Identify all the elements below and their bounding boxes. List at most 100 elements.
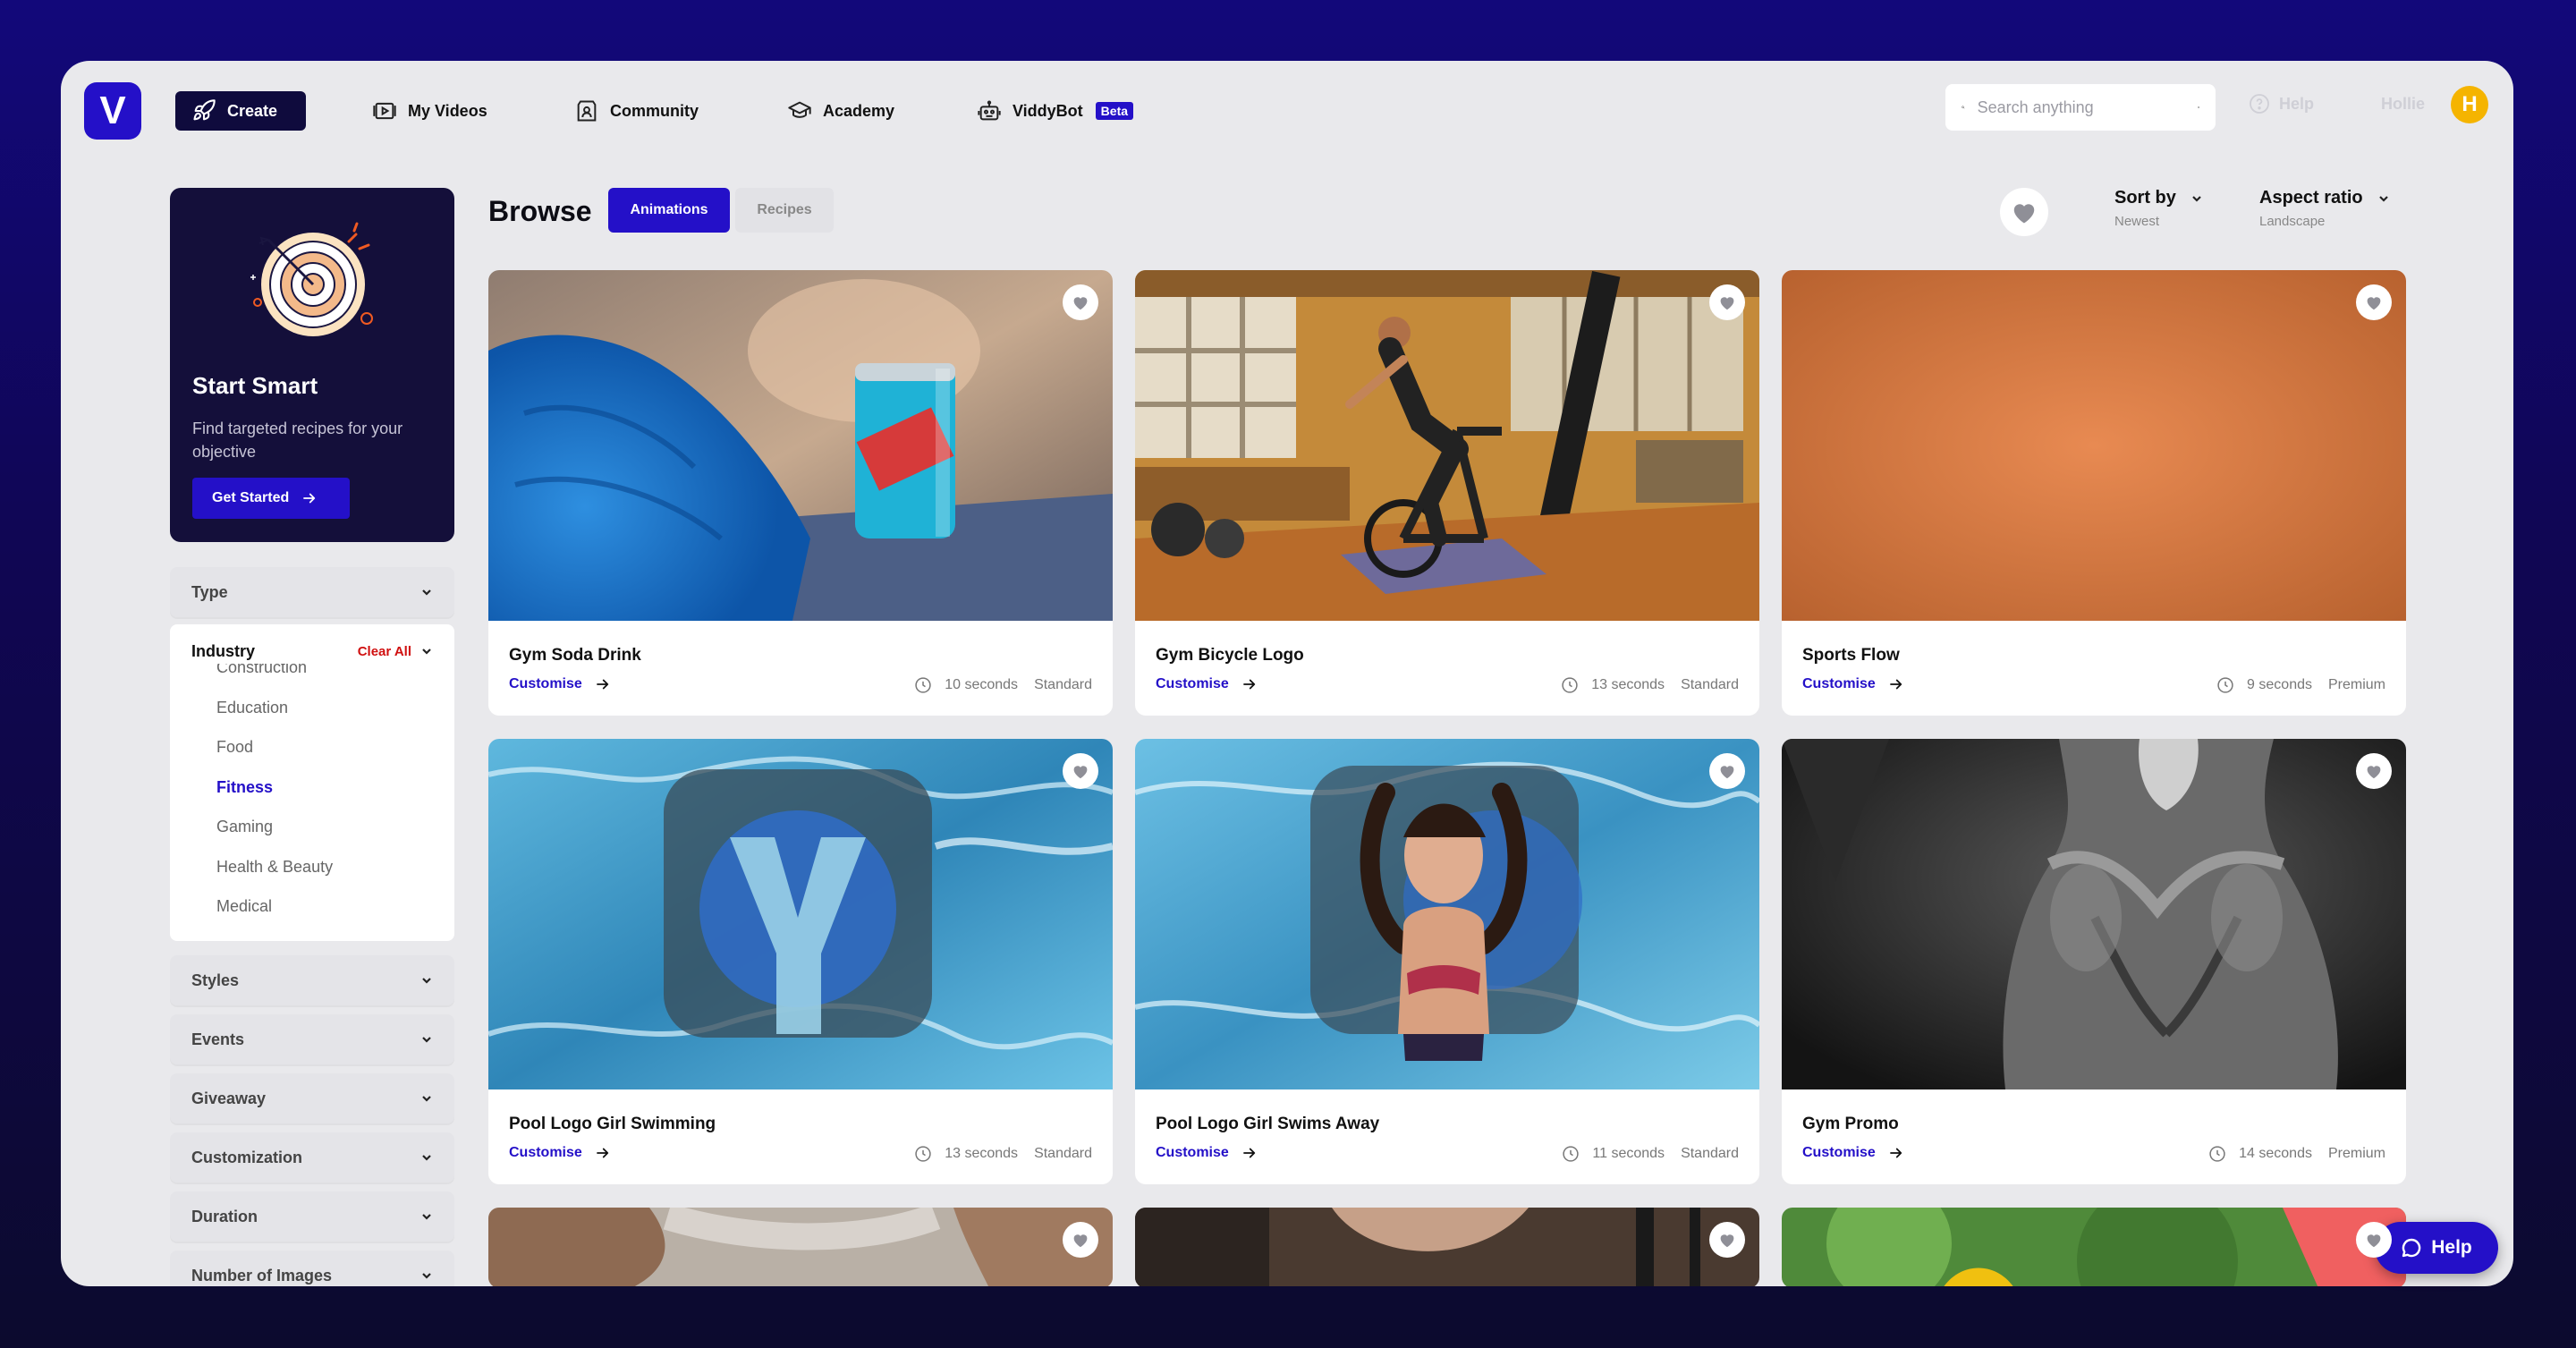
video-thumbnail[interactable]: [488, 739, 1113, 1089]
video-thumbnail[interactable]: [1135, 739, 1759, 1089]
filter-industry-panel: Industry Clear All Construction Educatio…: [170, 624, 454, 941]
nav-my-videos-label: My Videos: [408, 101, 487, 120]
nav-community-label: Community: [610, 101, 699, 120]
pool-swimmer-thumbnail-image: [1135, 739, 1759, 1089]
industry-option[interactable]: Education: [216, 688, 333, 728]
animation-card[interactable]: Gym Soda Drink Customise 10 seconds Stan…: [488, 270, 1113, 716]
chat-bubble-icon: [2402, 1238, 2421, 1258]
filter-duration[interactable]: Duration: [170, 1191, 454, 1242]
animation-card[interactable]: Pool Logo Girl Swims Away Customise 11 s…: [1135, 739, 1759, 1184]
card-title: Pool Logo Girl Swims Away: [1156, 1115, 1380, 1133]
animation-card[interactable]: Pool Logo Girl Swimming Customise 13 sec…: [488, 739, 1113, 1184]
industry-option[interactable]: Food: [216, 727, 333, 767]
clock-icon: [915, 1146, 931, 1162]
filter-type-label: Type: [191, 582, 228, 601]
chevron-down-icon: [422, 1096, 431, 1102]
page-title: Browse: [488, 195, 592, 227]
video-thumbnail[interactable]: [488, 270, 1113, 621]
industry-option-selected[interactable]: Fitness: [216, 767, 333, 808]
tab-animations[interactable]: Animations: [608, 188, 730, 233]
customise-link[interactable]: Customise: [1802, 676, 1904, 692]
get-started-button[interactable]: Get Started: [192, 478, 350, 519]
animation-card[interactable]: [1135, 1208, 1759, 1286]
arrow-right-icon: [1889, 1148, 1902, 1158]
favourite-button[interactable]: [1709, 284, 1745, 320]
favourite-button[interactable]: [1709, 1222, 1745, 1258]
aspect-ratio-dropdown[interactable]: Aspect ratio Landscape: [2259, 188, 2390, 229]
favourite-button[interactable]: [1063, 284, 1098, 320]
favourite-button[interactable]: [1063, 1222, 1098, 1258]
nav-create-label: Create: [227, 101, 278, 120]
customise-link[interactable]: Customise: [1156, 676, 1258, 692]
search-icon: [1962, 106, 1965, 109]
soda-can-thumbnail-image: [488, 270, 1113, 621]
heart-icon: [1073, 766, 1088, 779]
nav-viddybot-label: ViddyBot: [1013, 101, 1083, 120]
filter-giveaway[interactable]: Giveaway: [170, 1073, 454, 1123]
animation-card[interactable]: Gym Promo Customise 14 seconds Premium: [1782, 739, 2406, 1184]
favourite-button[interactable]: [1709, 753, 1745, 789]
tab-recipes[interactable]: Recipes: [735, 188, 834, 233]
filter-styles[interactable]: Styles: [170, 955, 454, 1005]
help-link[interactable]: Help: [2249, 93, 2314, 114]
filter-customization[interactable]: Customization: [170, 1132, 454, 1183]
animation-card[interactable]: Sports Flow Customise 9 seconds Premium: [1782, 270, 2406, 716]
nav-create-button[interactable]: Create: [175, 91, 306, 131]
clear-search-icon[interactable]: [2197, 102, 2199, 113]
search-bar: [1945, 84, 2216, 131]
video-thumbnail[interactable]: [1782, 270, 2406, 621]
sort-by-label: Sort by: [2114, 188, 2176, 208]
arrow-right-icon: [596, 1148, 608, 1158]
sort-by-dropdown[interactable]: Sort by Newest: [2114, 188, 2203, 229]
avatar[interactable]: H: [2451, 86, 2488, 123]
nav-community[interactable]: Community: [574, 91, 699, 131]
filter-number-of-images[interactable]: Number of Images: [170, 1251, 454, 1286]
favourite-button[interactable]: [2356, 284, 2392, 320]
industry-option[interactable]: Health & Beauty: [216, 847, 333, 887]
card-title: Gym Bicycle Logo: [1156, 646, 1304, 665]
floating-help-label: Help: [2431, 1237, 2472, 1258]
customise-link[interactable]: Customise: [1802, 1145, 1904, 1161]
nav-viddybot[interactable]: ViddyBot Beta: [977, 91, 1134, 131]
video-thumbnail[interactable]: [1782, 739, 2406, 1089]
customise-link[interactable]: Customise: [509, 676, 611, 692]
favourite-button[interactable]: [1063, 753, 1098, 789]
clear-all-link[interactable]: Clear All: [358, 644, 411, 659]
animation-card[interactable]: Gym Bicycle Logo Customise 13 seconds St…: [1135, 270, 1759, 716]
industry-option[interactable]: Medical: [216, 886, 333, 927]
favourite-button[interactable]: [2356, 1222, 2392, 1258]
video-thumbnail-partial[interactable]: [488, 1208, 1113, 1286]
nav-my-videos[interactable]: My Videos: [372, 91, 487, 131]
filter-type[interactable]: Type: [170, 567, 454, 617]
customise-link[interactable]: Customise: [509, 1145, 611, 1161]
help-label: Help: [2279, 94, 2315, 113]
favourites-filter-button[interactable]: [2000, 188, 2048, 236]
filter-customization-label: Customization: [191, 1148, 302, 1166]
sports-flow-thumbnail-image: [1782, 270, 2406, 621]
favourite-button[interactable]: [2356, 753, 2392, 789]
sort-by-value: Newest: [2114, 214, 2160, 229]
filter-events[interactable]: Events: [170, 1014, 454, 1064]
search-input[interactable]: [1977, 97, 2185, 117]
nav-academy[interactable]: Academy: [787, 91, 894, 131]
video-thumbnail-partial[interactable]: [1135, 1208, 1759, 1286]
chevron-down-icon: [422, 649, 431, 655]
card-meta: 13 seconds Standard: [914, 1145, 1092, 1163]
arrow-right-icon: [1889, 679, 1902, 690]
clock-icon: [915, 677, 931, 693]
card-duration: 14 seconds: [2239, 1146, 2312, 1161]
industry-option[interactable]: Gaming: [216, 807, 333, 847]
video-thumbnail-partial[interactable]: [1782, 1208, 2406, 1286]
app-logo[interactable]: V: [84, 82, 141, 140]
start-smart-card: Start Smart Find targeted recipes for yo…: [170, 188, 454, 542]
animation-card[interactable]: [488, 1208, 1113, 1286]
customise-link[interactable]: Customise: [1156, 1145, 1258, 1161]
animation-card[interactable]: [1782, 1208, 2406, 1286]
aspect-ratio-label: Aspect ratio: [2259, 188, 2363, 208]
video-thumbnail[interactable]: [1135, 270, 1759, 621]
filter-industry-header[interactable]: Industry Clear All: [191, 639, 433, 664]
filter-events-label: Events: [191, 1030, 245, 1048]
floating-help-button[interactable]: Help: [2375, 1222, 2498, 1274]
heart-icon: [1720, 297, 1734, 310]
user-name[interactable]: Hollie: [2381, 95, 2425, 114]
